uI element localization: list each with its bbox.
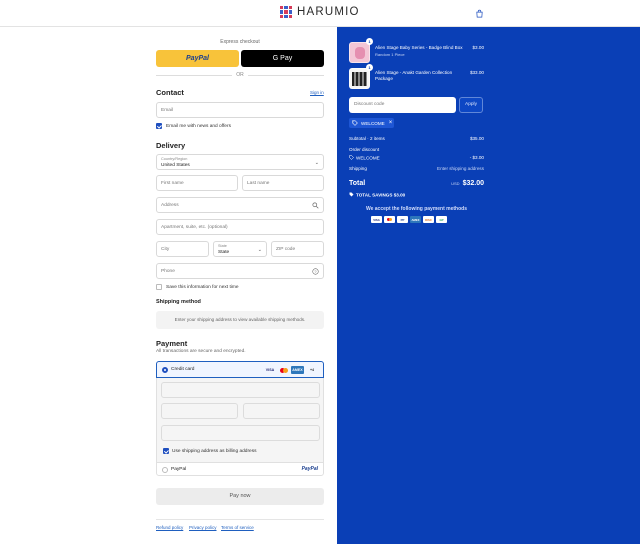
remove-discount-icon[interactable]: × [389, 120, 393, 126]
security-code-field[interactable] [243, 403, 320, 419]
applied-discount-chip: WELCOME × [349, 118, 394, 128]
brand-name: HARUMIO [297, 6, 360, 18]
first-name-field[interactable]: First name [156, 175, 238, 191]
shipping-method-heading: Shipping method [156, 299, 201, 305]
item-variant: Random 1 Piece [375, 52, 405, 57]
news-checkbox-label: Email me with news and offers [166, 124, 231, 129]
discount-code-row: WELCOME - $3.00 [349, 155, 484, 161]
pay-now-button[interactable]: Pay now [156, 488, 324, 505]
item-name: Alien Stage - Anakt Garden Collection Pa… [375, 70, 453, 81]
total-savings-row: TOTAL SAVINGS $3.00 [349, 192, 484, 198]
privacy-policy-link[interactable]: Privacy policy [189, 525, 217, 530]
total-value: $32.00 [462, 180, 484, 187]
paypal-option[interactable]: PayPal PayPal [156, 462, 324, 476]
accepted-payments-heading: We accept the following payment methods [365, 206, 468, 212]
subtotal-row: Subtotal · 2 items $35.00 [349, 136, 484, 141]
total-row: Total USD $32.00 [349, 180, 484, 187]
address-field[interactable]: Address [156, 197, 324, 213]
currency-code: USD [451, 181, 460, 186]
discover-icon: DISC [423, 216, 434, 223]
apartment-field[interactable]: Apartment, suite, etc. (optional) [156, 219, 324, 235]
sign-in-link[interactable]: Sign in [310, 90, 324, 95]
visa-icon: VISA [371, 216, 382, 223]
last-name-field[interactable]: Last name [242, 175, 324, 191]
delivery-heading: Delivery [156, 141, 186, 150]
footer-divider [156, 519, 324, 520]
mastercard-icon [278, 366, 289, 374]
tag-icon [349, 192, 354, 197]
zip-field[interactable]: ZIP code [271, 241, 324, 257]
save-info-label: Save this information for next time [166, 285, 239, 290]
card-number-field[interactable] [161, 382, 320, 398]
apply-discount-button[interactable]: Apply [459, 97, 483, 113]
save-info-checkbox[interactable] [156, 284, 162, 290]
country-select[interactable]: Country/Region United States ⌄ [156, 154, 324, 170]
shipping-method-notice: Enter your shipping address to view avai… [156, 311, 324, 329]
order-discount-row: Order discount [349, 147, 380, 152]
chevron-down-icon: ⌄ [257, 247, 262, 253]
discount-code-field[interactable]: Discount code [349, 97, 456, 113]
news-checkbox[interactable] [156, 123, 162, 129]
billing-same-label: Use shipping address as billing address [172, 449, 257, 454]
amex-icon: AMEX [291, 366, 304, 374]
phone-field[interactable]: Phone ? [156, 263, 324, 279]
gpay-icon: GP [436, 216, 447, 223]
order-summary-panel: 1 Alien Stage Baby Series - Badge Blind … [337, 27, 640, 544]
payment-methods-row: VISA PP AMEX DISC GP [371, 216, 447, 223]
google-pay-button[interactable]: G Pay [241, 50, 324, 67]
item-quantity-badge: 1 [366, 38, 373, 45]
tag-icon [349, 155, 354, 160]
paypal-radio[interactable] [162, 467, 168, 473]
terms-of-service-link[interactable]: Terms of service [221, 525, 254, 530]
mastercard-icon [384, 216, 395, 223]
tag-icon [352, 120, 358, 126]
item-price: $3.00 [472, 45, 485, 50]
expiration-field[interactable] [161, 403, 238, 419]
shipping-row: Shipping Enter shipping address [349, 166, 484, 171]
city-field[interactable]: City [156, 241, 209, 257]
paypal-label: PayPal [171, 467, 187, 472]
chevron-down-icon: ⌄ [314, 160, 319, 166]
credit-card-form: Use shipping address as billing address [156, 378, 324, 462]
item-name: Alien Stage Baby Series - Badge Blind Bo… [375, 45, 463, 50]
logo-mark-icon [280, 6, 292, 18]
express-checkout-label: Express checkout [220, 39, 260, 45]
paypal-logo: PayPal [301, 466, 318, 472]
svg-text:?: ? [314, 270, 316, 274]
paypal-icon: PP [397, 216, 408, 223]
shopping-bag-icon[interactable] [475, 9, 484, 18]
logo[interactable]: HARUMIO [280, 6, 360, 18]
visa-icon: VISA [265, 368, 275, 372]
credit-card-radio[interactable] [162, 367, 168, 373]
state-select[interactable]: State State ⌄ [213, 241, 267, 257]
billing-same-checkbox[interactable] [163, 448, 169, 454]
item-thumbnail [349, 42, 370, 63]
or-divider: OR [156, 71, 324, 79]
paypal-logo: PayPal [186, 55, 209, 62]
credit-card-label: Credit card [171, 367, 195, 372]
search-icon [312, 202, 319, 209]
help-icon[interactable]: ? [312, 268, 319, 275]
payment-secure-note: All transactions are secure and encrypte… [156, 349, 246, 354]
refund-policy-link[interactable]: Refund policy [156, 525, 183, 530]
amex-icon: AMEX [410, 216, 421, 223]
credit-card-option[interactable]: Credit card VISA AMEX +4 [156, 361, 324, 378]
email-field[interactable]: Email [156, 102, 324, 118]
contact-heading: Contact [156, 88, 184, 97]
item-price: $33.00 [469, 70, 484, 75]
site-header: HARUMIO [0, 0, 640, 27]
checkout-form: Express checkout PayPal G Pay OR Contact… [0, 27, 337, 544]
name-on-card-field[interactable] [161, 425, 320, 441]
payment-heading: Payment [156, 339, 188, 348]
gpay-logo: G Pay [272, 55, 293, 62]
item-quantity-badge: 1 [366, 64, 373, 71]
applied-code: WELCOME [361, 120, 385, 126]
paypal-express-button[interactable]: PayPal [156, 50, 239, 67]
item-thumbnail [349, 68, 370, 89]
more-cards-badge: +4 [309, 368, 315, 372]
